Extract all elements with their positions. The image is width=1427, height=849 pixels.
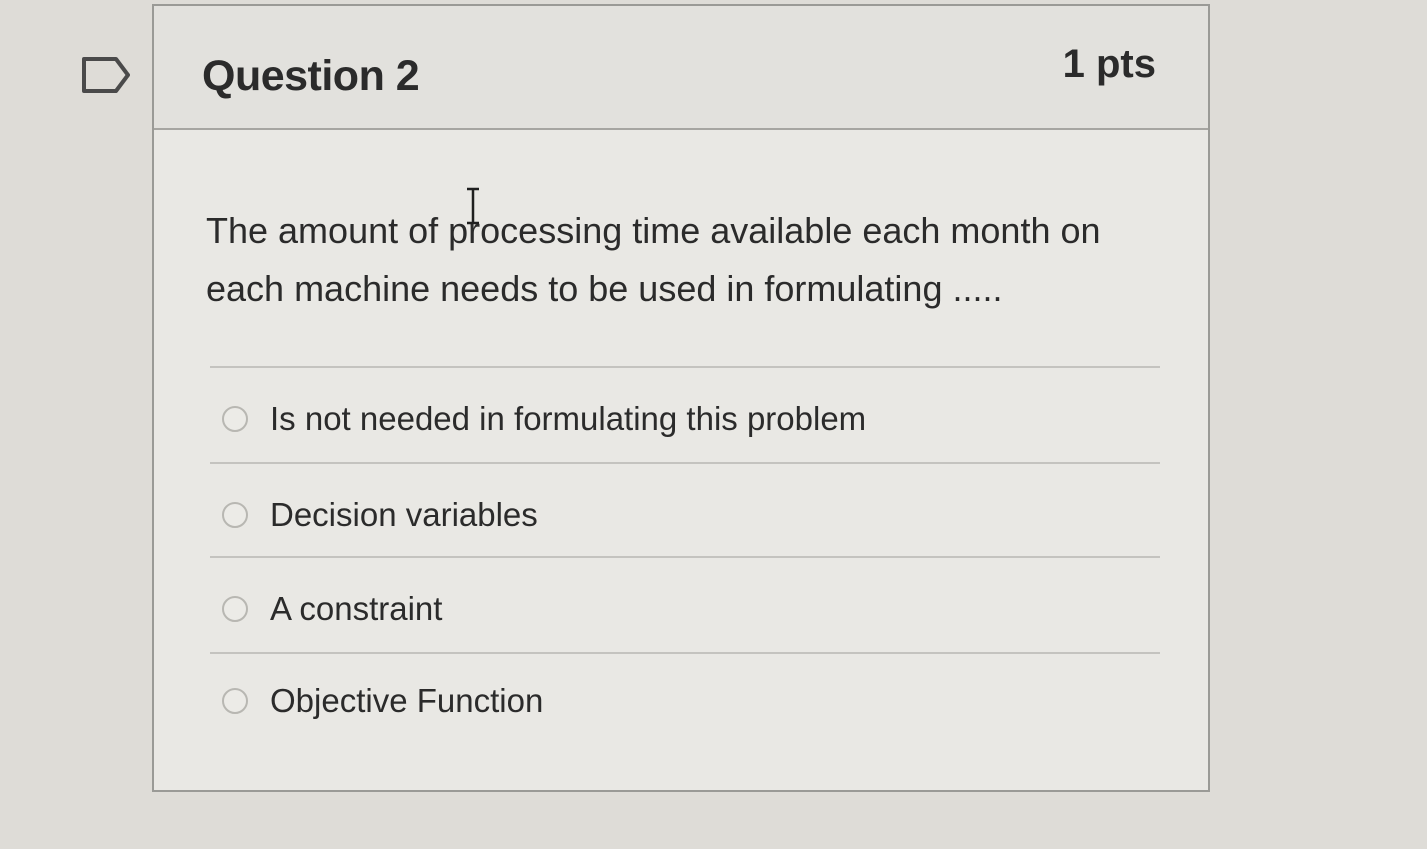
answer-label: A constraint: [270, 590, 443, 627]
radio-button[interactable]: [222, 406, 248, 432]
answer-label: Is not needed in formulating this proble…: [270, 400, 867, 437]
flag-question-icon[interactable]: [82, 56, 130, 94]
question-header: Question 2 1 pts: [154, 6, 1208, 130]
answer-label: Decision variables: [270, 496, 538, 533]
answer-option-objective-function[interactable]: Objective Function: [222, 678, 1122, 728]
answer-divider: [210, 366, 1160, 368]
answer-option-constraint[interactable]: A constraint: [222, 586, 1122, 636]
answer-option-decision-variables[interactable]: Decision variables: [222, 492, 1122, 542]
text-cursor-icon: [467, 187, 479, 225]
answer-divider: [210, 462, 1160, 464]
question-text: The amount of processing time available …: [206, 210, 1101, 309]
answer-divider: [210, 652, 1160, 654]
answer-divider: [210, 556, 1160, 558]
question-card: Question 2 1 pts The amount of processin…: [152, 4, 1210, 792]
radio-button[interactable]: [222, 688, 248, 714]
radio-button[interactable]: [222, 502, 248, 528]
question-points: 1 pts: [1062, 42, 1156, 86]
answer-label: Objective Function: [270, 682, 544, 719]
radio-button[interactable]: [222, 596, 248, 622]
question-title: Question 2: [202, 52, 420, 100]
answer-option-not-needed[interactable]: Is not needed in formulating this proble…: [222, 396, 1122, 446]
